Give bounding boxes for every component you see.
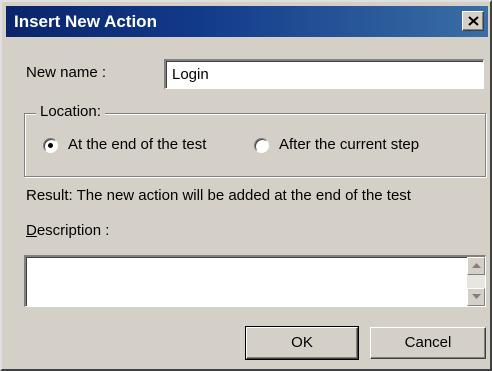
- radio-selected-dot: [48, 143, 53, 148]
- description-label-rest: escription :: [36, 222, 110, 239]
- radio-end-of-test[interactable]: [43, 138, 58, 153]
- description-textarea[interactable]: [24, 255, 486, 307]
- new-name-label: New name :: [26, 64, 107, 81]
- close-icon: [468, 16, 479, 26]
- description-scrollbar[interactable]: [467, 257, 485, 306]
- radio-end-of-test-label[interactable]: At the end of the test: [68, 136, 206, 153]
- arrow-down-icon: [472, 294, 481, 299]
- radio-after-current-step[interactable]: [254, 138, 269, 153]
- new-name-input[interactable]: Login: [164, 59, 484, 89]
- cancel-button[interactable]: Cancel: [370, 327, 486, 359]
- radio-after-current-step-label[interactable]: After the current step: [279, 136, 419, 153]
- arrow-up-icon: [472, 263, 481, 268]
- description-label-accel: D: [26, 222, 37, 239]
- insert-action-dialog: Insert New Action New name : Login Locat…: [0, 0, 492, 371]
- dialog-title: Insert New Action: [14, 12, 157, 31]
- scroll-down-button[interactable]: [467, 288, 485, 306]
- close-button[interactable]: [462, 11, 484, 31]
- ok-button[interactable]: OK: [245, 326, 359, 360]
- title-bar[interactable]: Insert New Action: [6, 6, 488, 37]
- result-text: Result: The new action will be added at …: [26, 187, 411, 204]
- scroll-up-button[interactable]: [467, 257, 485, 275]
- description-label: Description :: [26, 222, 109, 239]
- location-legend: Location:: [36, 103, 105, 120]
